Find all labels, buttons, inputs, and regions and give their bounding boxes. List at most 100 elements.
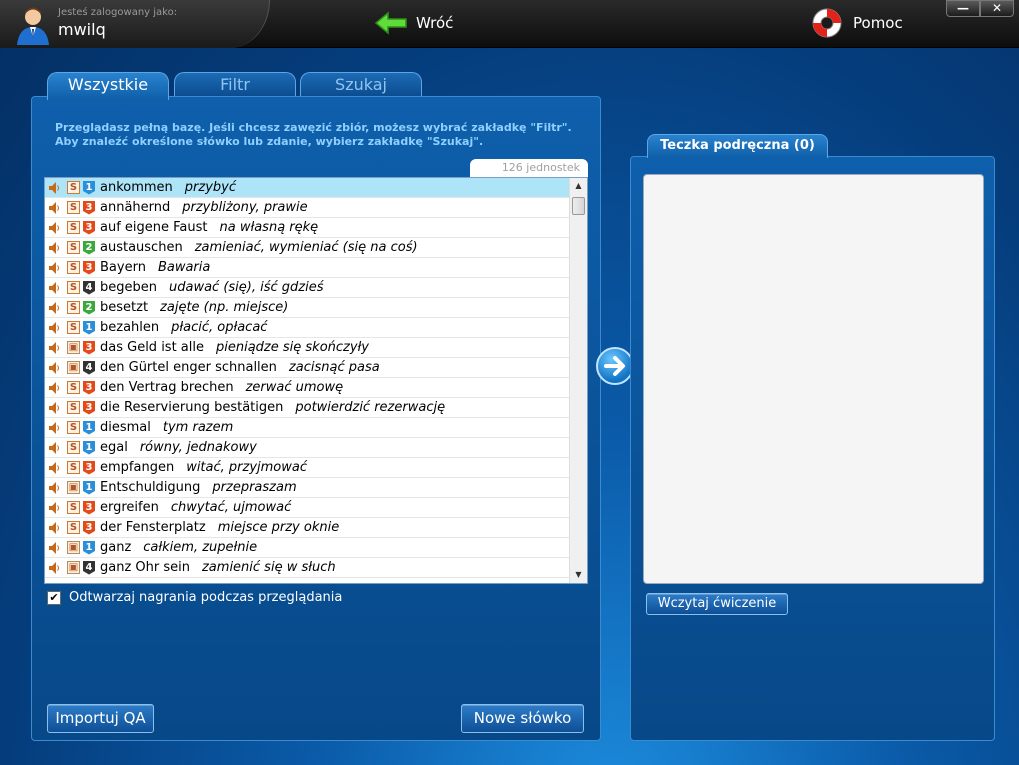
speaker-icon[interactable]	[48, 461, 60, 475]
text-type-icon: S	[67, 261, 80, 274]
word: den Gürtel enger schnallen	[100, 360, 277, 375]
logged-in-label: Jesteś zalogowany jako:	[58, 7, 178, 18]
back-button[interactable]: Wróć	[374, 9, 453, 37]
speaker-icon[interactable]	[48, 281, 60, 295]
speaker-icon[interactable]	[48, 301, 60, 315]
minimize-button[interactable]: —	[946, 0, 980, 17]
word: annähernd	[100, 200, 171, 215]
lifebuoy-icon	[812, 8, 842, 38]
basket-tab[interactable]: Teczka podręczna (0)	[647, 134, 828, 158]
word-list[interactable]: S 1 ankommen przybyć S 3 annähernd przybliżony,…	[44, 177, 588, 584]
help-button[interactable]: Pomoc	[811, 6, 903, 40]
user-box: Jesteś zalogowany jako: mwilq	[0, 0, 270, 48]
speaker-icon[interactable]	[48, 521, 60, 535]
level-badge: 1	[83, 180, 95, 195]
translation: zajęte (np. miejsce)	[160, 300, 289, 315]
list-item[interactable]: S 3 ergreifen chwytać, ujmować	[45, 498, 569, 518]
speaker-icon[interactable]	[48, 261, 60, 275]
list-item[interactable]: ▣ 3 das Geld ist alle pieniądze się skończy…	[45, 338, 569, 358]
list-item[interactable]: ▣ 4 ganz Ohr sein zamienić się w słuch	[45, 558, 569, 578]
list-item[interactable]: S 2 austauschen zamieniać, wymieniać (się n…	[45, 238, 569, 258]
list-item[interactable]: ▣ 4 den Gürtel enger schnallen zacisnąć pas…	[45, 358, 569, 378]
image-type-icon: ▣	[67, 481, 80, 494]
new-word-button[interactable]: Nowe słówko	[461, 704, 584, 733]
import-qa-button[interactable]: Importuj QA	[47, 704, 154, 733]
help-label: Pomoc	[853, 14, 903, 32]
speaker-icon[interactable]	[48, 361, 60, 375]
level-badge: 1	[83, 420, 95, 435]
word: egal	[100, 440, 128, 455]
add-to-basket-button[interactable]	[596, 347, 634, 385]
translation: zacisnąć pasa	[288, 360, 380, 375]
scrollbar[interactable]: ▲ ▼	[569, 178, 587, 583]
arrow-right-icon	[604, 356, 625, 376]
list-item[interactable]: ▣ 1 ganz całkiem, zupełnie	[45, 538, 569, 558]
speaker-icon[interactable]	[48, 381, 60, 395]
database-panel: Przeglądasz pełną bazę. Jeśli chcesz zaw…	[31, 96, 601, 741]
translation: witać, przyjmować	[186, 460, 307, 475]
word: das Geld ist alle	[100, 340, 204, 355]
speaker-icon[interactable]	[48, 561, 60, 575]
unit-count: 126 jednostek	[470, 159, 588, 177]
close-button[interactable]: ✕	[980, 0, 1014, 17]
translation: miejsce przy oknie	[217, 520, 340, 535]
translation: równy, jednakowy	[139, 440, 257, 455]
level-badge: 3	[83, 260, 95, 275]
speaker-icon[interactable]	[48, 221, 60, 235]
tab-all[interactable]: Wszystkie	[47, 72, 169, 100]
translation: całkiem, zupełnie	[143, 540, 258, 555]
speaker-icon[interactable]	[48, 321, 60, 335]
play-recordings-option[interactable]: ✔ Odtwarzaj nagrania podczas przeglądani…	[47, 590, 342, 605]
word: ankommen	[100, 180, 173, 195]
text-type-icon: S	[67, 421, 80, 434]
level-badge: 4	[83, 360, 95, 375]
word: begeben	[100, 280, 157, 295]
image-type-icon: ▣	[67, 561, 80, 574]
image-type-icon: ▣	[67, 541, 80, 554]
speaker-icon[interactable]	[48, 181, 60, 195]
speaker-icon[interactable]	[48, 201, 60, 215]
speaker-icon[interactable]	[48, 241, 60, 255]
tab-filter[interactable]: Filtr	[174, 72, 296, 98]
list-item[interactable]: S 1 bezahlen płacić, opłacać	[45, 318, 569, 338]
word: austauschen	[100, 240, 183, 255]
tab-search[interactable]: Szukaj	[300, 72, 422, 98]
basket-list[interactable]	[643, 174, 984, 584]
text-type-icon: S	[67, 401, 80, 414]
list-item[interactable]: ▣ 1 Entschuldigung przepraszam	[45, 478, 569, 498]
word: den Vertrag brechen	[100, 380, 234, 395]
speaker-icon[interactable]	[48, 441, 60, 455]
speaker-icon[interactable]	[48, 541, 60, 555]
list-item[interactable]: S 4 begeben udawać (się), iść gdzieś	[45, 278, 569, 298]
translation: Bawaria	[157, 260, 211, 275]
list-item[interactable]: S 3 die Reservierung bestätigen potwierdzić…	[45, 398, 569, 418]
scroll-thumb[interactable]	[572, 197, 585, 215]
level-badge: 4	[83, 280, 95, 295]
speaker-icon[interactable]	[48, 401, 60, 415]
username: mwilq	[58, 20, 106, 39]
list-item[interactable]: S 2 besetzt zajęte (np. miejsce)	[45, 298, 569, 318]
back-label: Wróć	[416, 14, 454, 32]
translation: zamienić się w słuch	[201, 560, 336, 575]
speaker-icon[interactable]	[48, 481, 60, 495]
scroll-up-icon[interactable]: ▲	[570, 178, 587, 194]
list-item[interactable]: S 1 ankommen przybyć	[45, 178, 569, 198]
speaker-icon[interactable]	[48, 341, 60, 355]
load-exercise-button[interactable]: Wczytaj ćwiczenie	[646, 593, 788, 615]
list-item[interactable]: S 3 annähernd przybliżony, prawie	[45, 198, 569, 218]
speaker-icon[interactable]	[48, 501, 60, 515]
list-item[interactable]: S 3 empfangen witać, przyjmować	[45, 458, 569, 478]
word: ganz	[100, 540, 132, 555]
play-recordings-checkbox[interactable]: ✔	[47, 590, 61, 605]
list-item[interactable]: S 3 der Fensterplatz miejsce przy oknie	[45, 518, 569, 538]
list-item[interactable]: S 1 diesmal tym razem	[45, 418, 569, 438]
word: ganz Ohr sein	[100, 560, 190, 575]
translation: chwytać, ujmować	[170, 500, 292, 515]
scroll-down-icon[interactable]: ▼	[570, 567, 587, 583]
list-item[interactable]: S 3 den Vertrag brechen zerwać umowę	[45, 378, 569, 398]
list-item[interactable]: S 3 auf eigene Faust na własną rękę	[45, 218, 569, 238]
list-item[interactable]: S 1 egal równy, jednakowy	[45, 438, 569, 458]
list-item[interactable]: S 3 Bayern Bawaria	[45, 258, 569, 278]
text-type-icon: S	[67, 201, 80, 214]
speaker-icon[interactable]	[48, 421, 60, 435]
